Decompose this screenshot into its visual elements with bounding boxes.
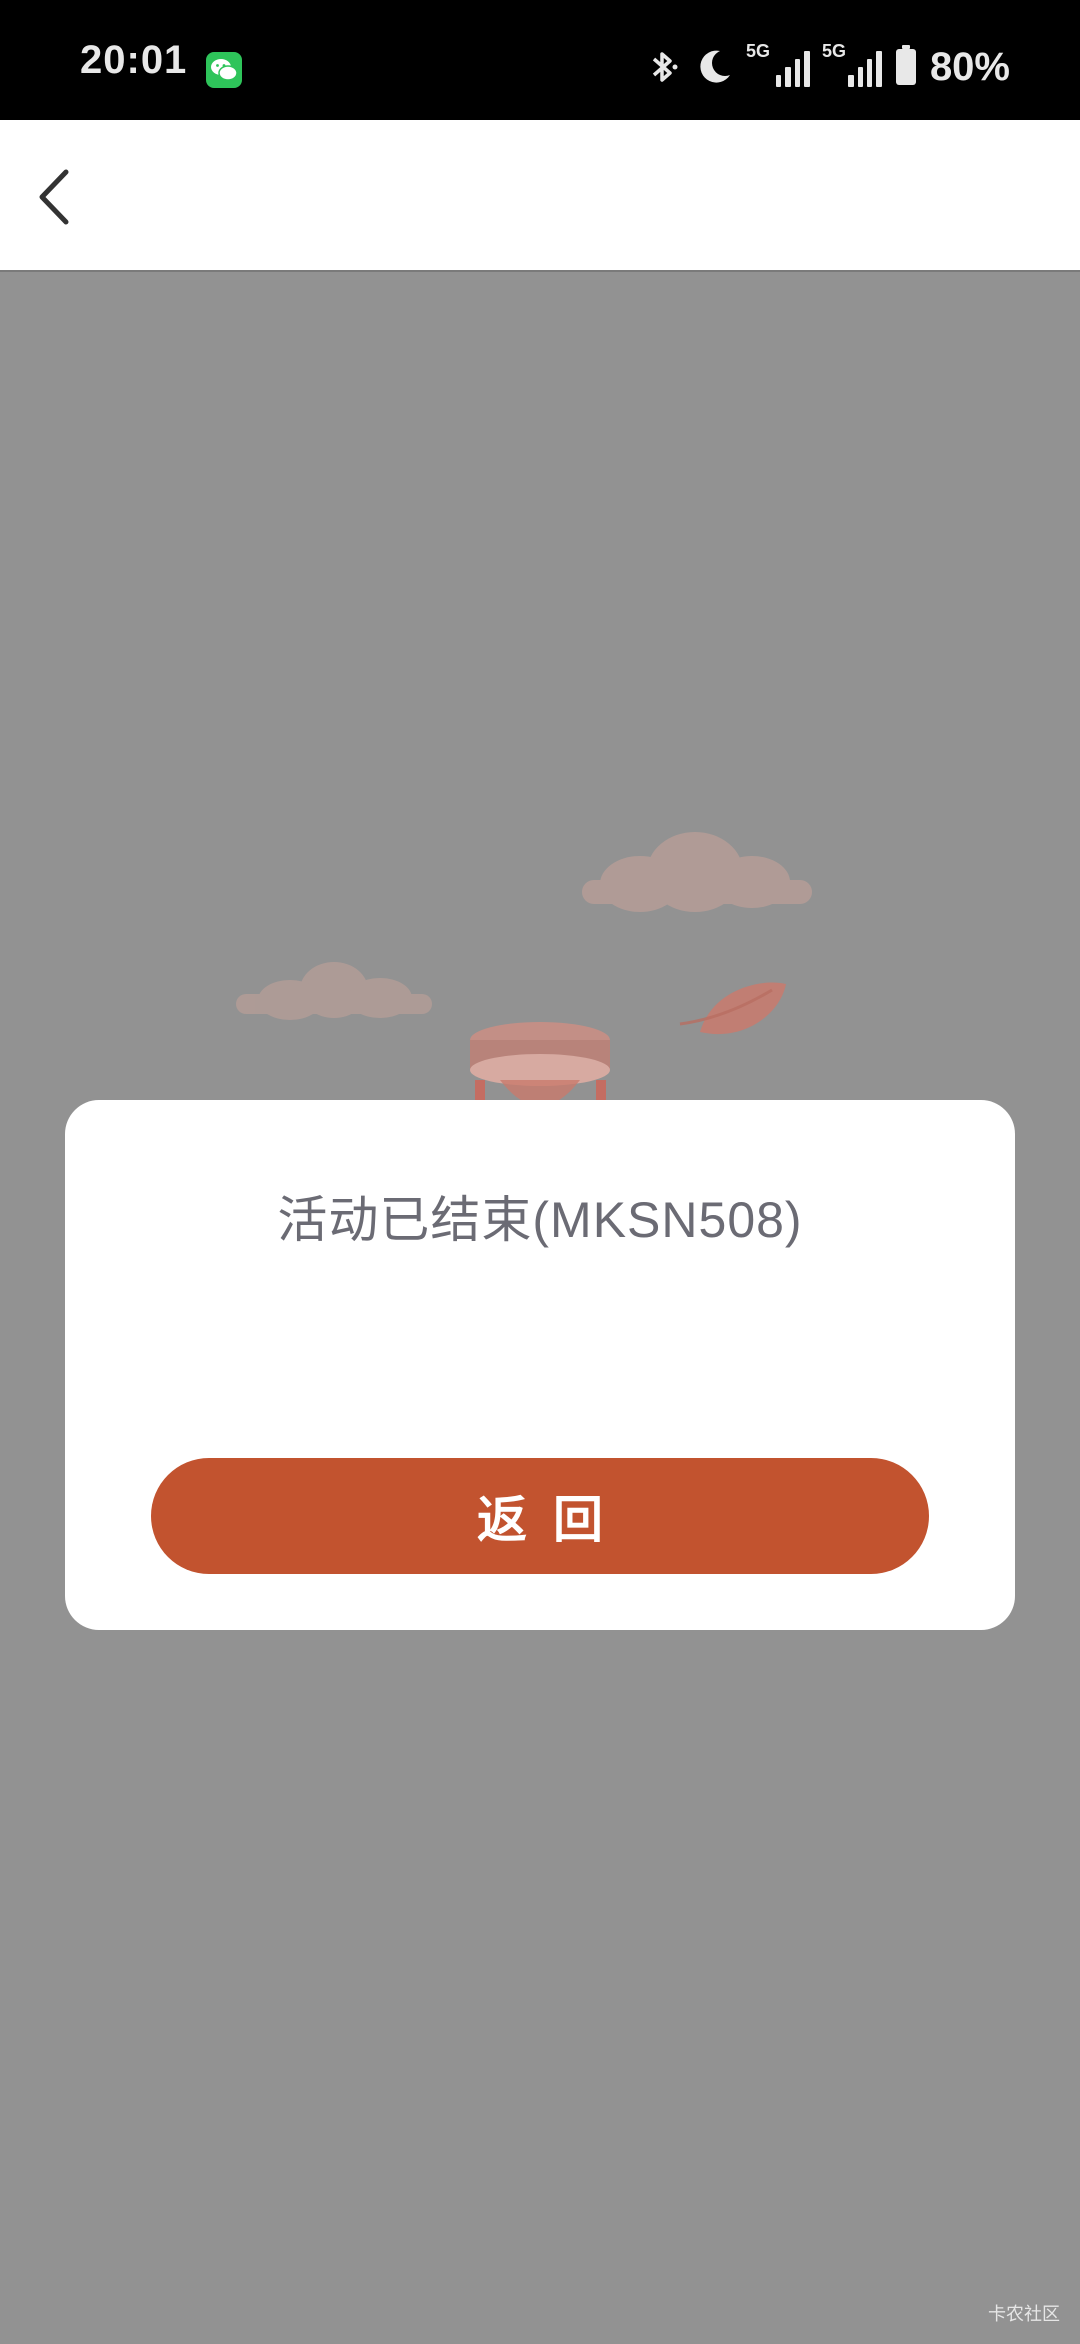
signal-icon: 5G bbox=[746, 41, 810, 87]
back-button[interactable] bbox=[28, 162, 88, 232]
cloud-left bbox=[236, 962, 432, 1020]
bluetooth-icon bbox=[652, 52, 678, 82]
status-icons: 5G 5G 80% bbox=[646, 41, 1010, 92]
moon-icon bbox=[700, 50, 730, 83]
cloud-right bbox=[582, 832, 812, 912]
return-button[interactable]: 返回 bbox=[151, 1458, 929, 1574]
network-tag: 5G bbox=[821, 41, 846, 61]
leaf bbox=[679, 982, 786, 1035]
watermark: 卡农社区 bbox=[988, 2304, 1060, 2324]
nav-bar bbox=[0, 120, 1080, 272]
chevron-left-icon bbox=[39, 169, 69, 225]
battery-icon bbox=[895, 45, 916, 85]
dimmed-page-overlay: 活动已结束(MKSN508) 返回 bbox=[0, 272, 1080, 2344]
wechat-icon bbox=[206, 52, 242, 88]
network-tag: 5G bbox=[745, 41, 770, 61]
dialog-message: 活动已结束(MKSN508) bbox=[277, 1192, 803, 1248]
hourglass bbox=[470, 1022, 610, 1110]
signal-icon: 5G bbox=[822, 41, 882, 87]
status-bar: 20:01 5G 5G 80% bbox=[0, 0, 1080, 120]
alert-dialog: 活动已结束(MKSN508) 返回 bbox=[65, 1100, 1015, 1630]
battery-percent: 80% bbox=[929, 44, 1010, 89]
status-time: 20:01 bbox=[80, 38, 188, 82]
